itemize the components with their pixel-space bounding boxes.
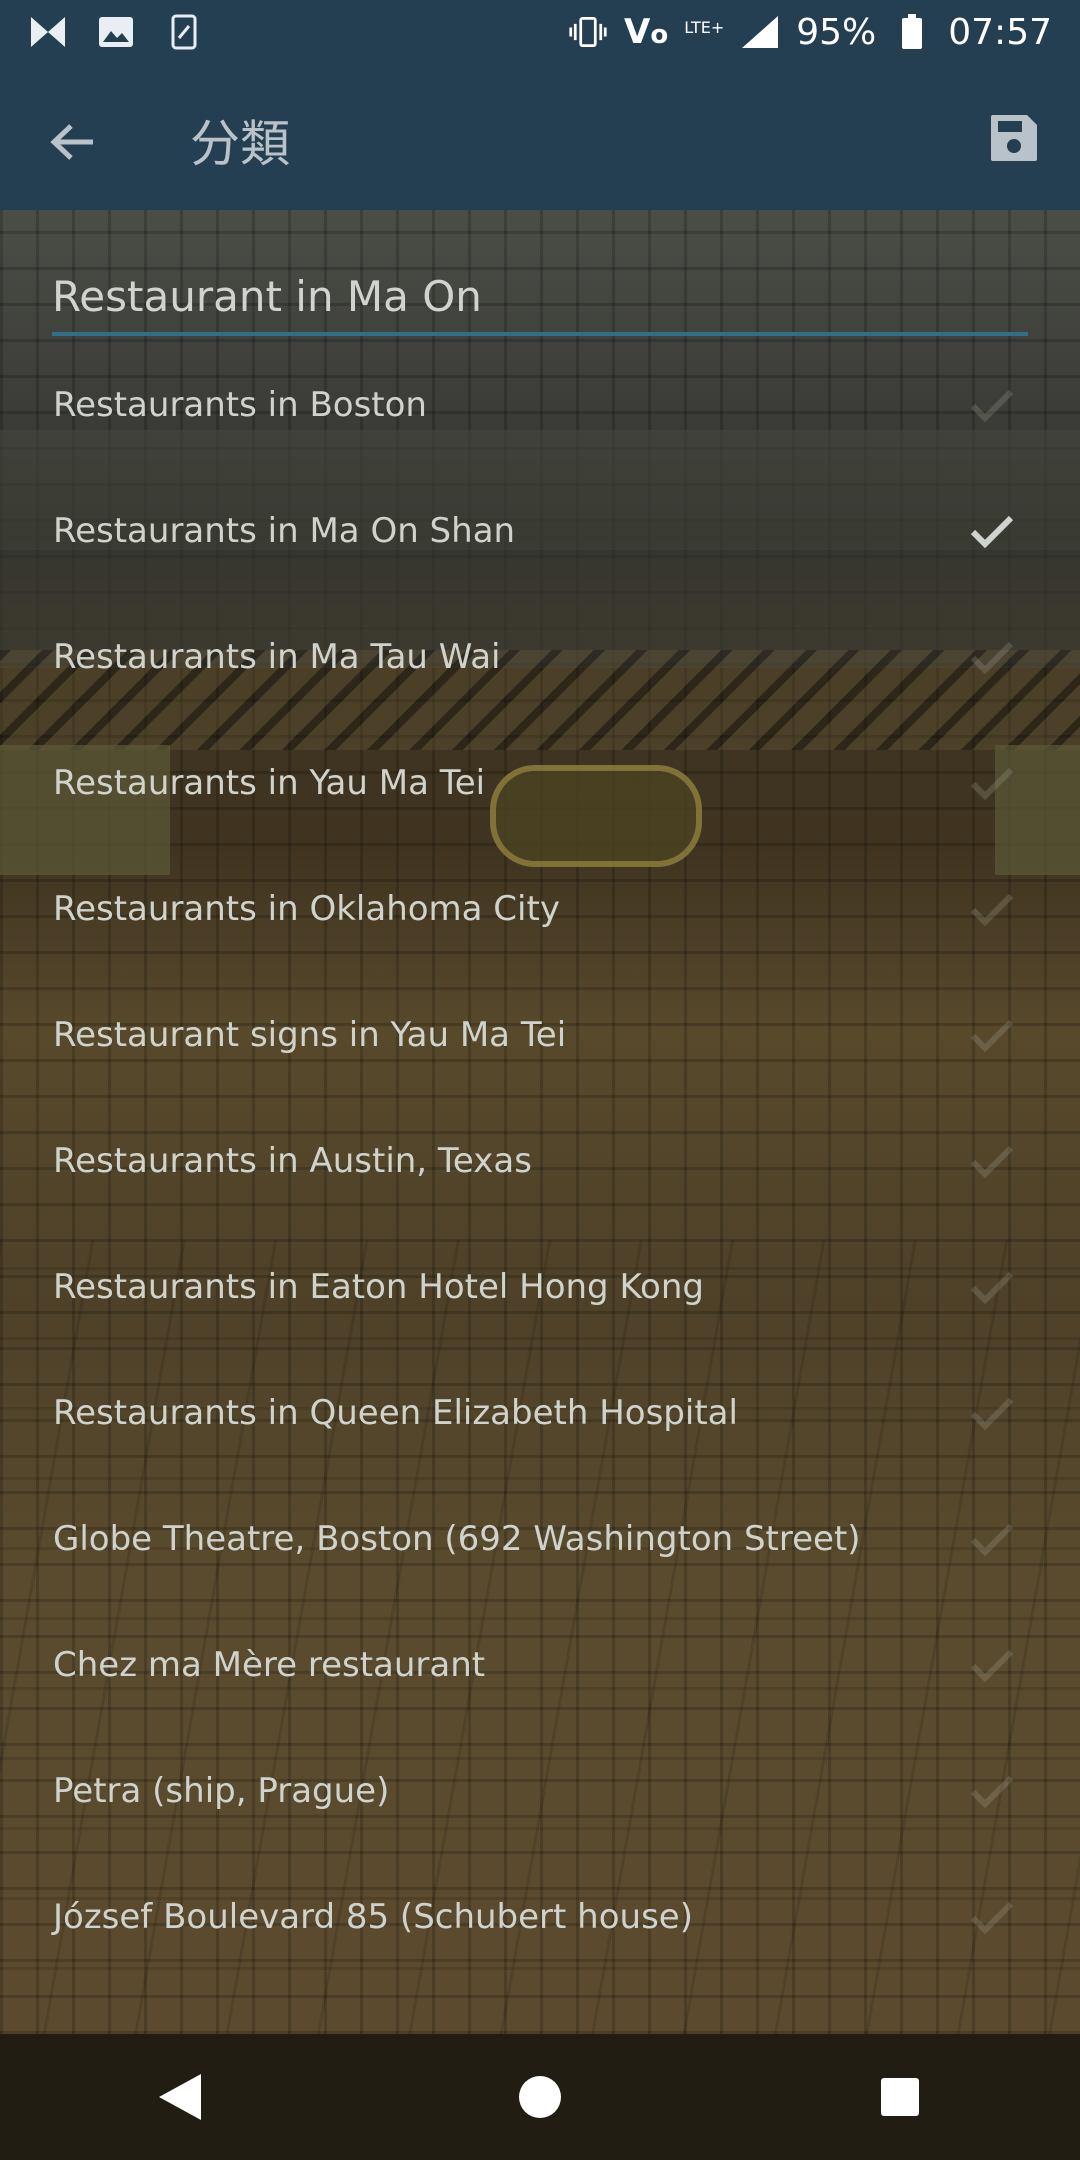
category-item-label: Restaurants in Ma Tau Wai [53, 637, 501, 677]
nav-back-button[interactable] [140, 2057, 220, 2137]
category-item[interactable]: Globe Theatre, Boston (692 Washington St… [0, 1476, 1080, 1602]
vibrate-icon [568, 12, 608, 52]
category-item-label: Restaurants in Queen Elizabeth Hospital [53, 1393, 738, 1433]
home-circle-icon [519, 2076, 561, 2118]
nav-home-button[interactable] [500, 2057, 580, 2137]
page-title: 分類 [190, 115, 290, 173]
arrow-left-icon [50, 124, 93, 160]
category-item[interactable]: Restaurants in Ma On Shan [0, 468, 1080, 594]
checkmark-icon[interactable] [970, 764, 1014, 804]
category-search [52, 260, 1028, 340]
checkmark-icon[interactable] [970, 890, 1014, 930]
category-content: Restaurants in Boston Restaurants in Ma O… [0, 210, 1080, 2034]
checkmark-icon[interactable] [970, 1646, 1014, 1686]
category-item-label: Restaurant signs in Yau Ma Tei [53, 1015, 567, 1055]
category-item-label: Globe Theatre, Boston (692 Washington St… [53, 1519, 861, 1559]
checkmark-icon[interactable] [970, 1268, 1014, 1308]
back-button[interactable] [44, 114, 100, 170]
category-item-label: Restaurants in Ma On Shan [53, 511, 516, 551]
category-item[interactable]: József Boulevard 85 (Schubert house) [0, 1854, 1080, 1980]
status-bar: Vo LTE+ 95% 07:57 [0, 0, 1080, 64]
category-item[interactable]: Restaurants in Eaton Hotel Hong Kong [0, 1224, 1080, 1350]
category-item-label: Restaurants in Yau Ma Tei [53, 763, 486, 803]
category-item-label: Petra (ship, Prague) [53, 1771, 390, 1811]
save-icon [991, 115, 1037, 161]
network-label: LTE+ [684, 17, 725, 37]
checkmark-icon[interactable] [970, 1520, 1014, 1560]
category-search-input[interactable] [52, 260, 1028, 336]
checkmark-icon[interactable] [970, 1142, 1014, 1182]
category-item[interactable]: Restaurants in Queen Elizabeth Hospital [0, 1350, 1080, 1476]
save-button[interactable] [982, 106, 1046, 170]
category-item-label: Restaurants in Oklahoma City [53, 889, 560, 929]
app-icon [28, 12, 68, 52]
category-item-label: Restaurants in Boston [53, 385, 427, 425]
category-item[interactable]: Restaurants in Austin, Texas [0, 1098, 1080, 1224]
category-item-label: Chez ma Mère restaurant [53, 1645, 486, 1685]
clock: 07:57 [948, 11, 1052, 53]
category-item-label: József Boulevard 85 (Schubert house) [53, 1897, 693, 1937]
battery-icon [892, 12, 932, 52]
checkmark-icon[interactable] [970, 638, 1014, 678]
category-item[interactable]: Chez ma Mère restaurant [0, 1602, 1080, 1728]
checkmark-icon[interactable] [970, 1016, 1014, 1056]
app-bar: 分類 [0, 64, 1080, 210]
screenshot-icon [164, 12, 204, 52]
volte-icon: Vo [624, 12, 669, 52]
category-list: Restaurants in Boston Restaurants in Ma O… [0, 342, 1080, 1980]
category-item[interactable]: Restaurants in Oklahoma City [0, 846, 1080, 972]
back-triangle-icon [159, 2074, 201, 2120]
category-item-label: Restaurants in Austin, Texas [53, 1141, 532, 1181]
nav-recents-button[interactable] [860, 2057, 940, 2137]
checkmark-icon[interactable] [970, 1394, 1014, 1434]
category-item[interactable]: Petra (ship, Prague) [0, 1728, 1080, 1854]
checkmark-icon[interactable] [970, 386, 1014, 426]
navigation-bar [0, 2034, 1080, 2160]
checkmark-icon[interactable] [970, 1898, 1014, 1938]
battery-percent: 95% [796, 11, 877, 53]
recents-square-icon [881, 2078, 919, 2116]
category-item[interactable]: Restaurant signs in Yau Ma Tei [0, 972, 1080, 1098]
checkmark-icon[interactable] [970, 1772, 1014, 1812]
image-icon [96, 12, 136, 52]
checkmark-icon[interactable] [970, 512, 1014, 552]
category-item-label: Restaurants in Eaton Hotel Hong Kong [53, 1267, 704, 1307]
category-item[interactable]: Restaurants in Ma Tau Wai [0, 594, 1080, 720]
signal-icon [740, 12, 780, 52]
category-item[interactable]: Restaurants in Boston [0, 342, 1080, 468]
category-item[interactable]: Restaurants in Yau Ma Tei [0, 720, 1080, 846]
